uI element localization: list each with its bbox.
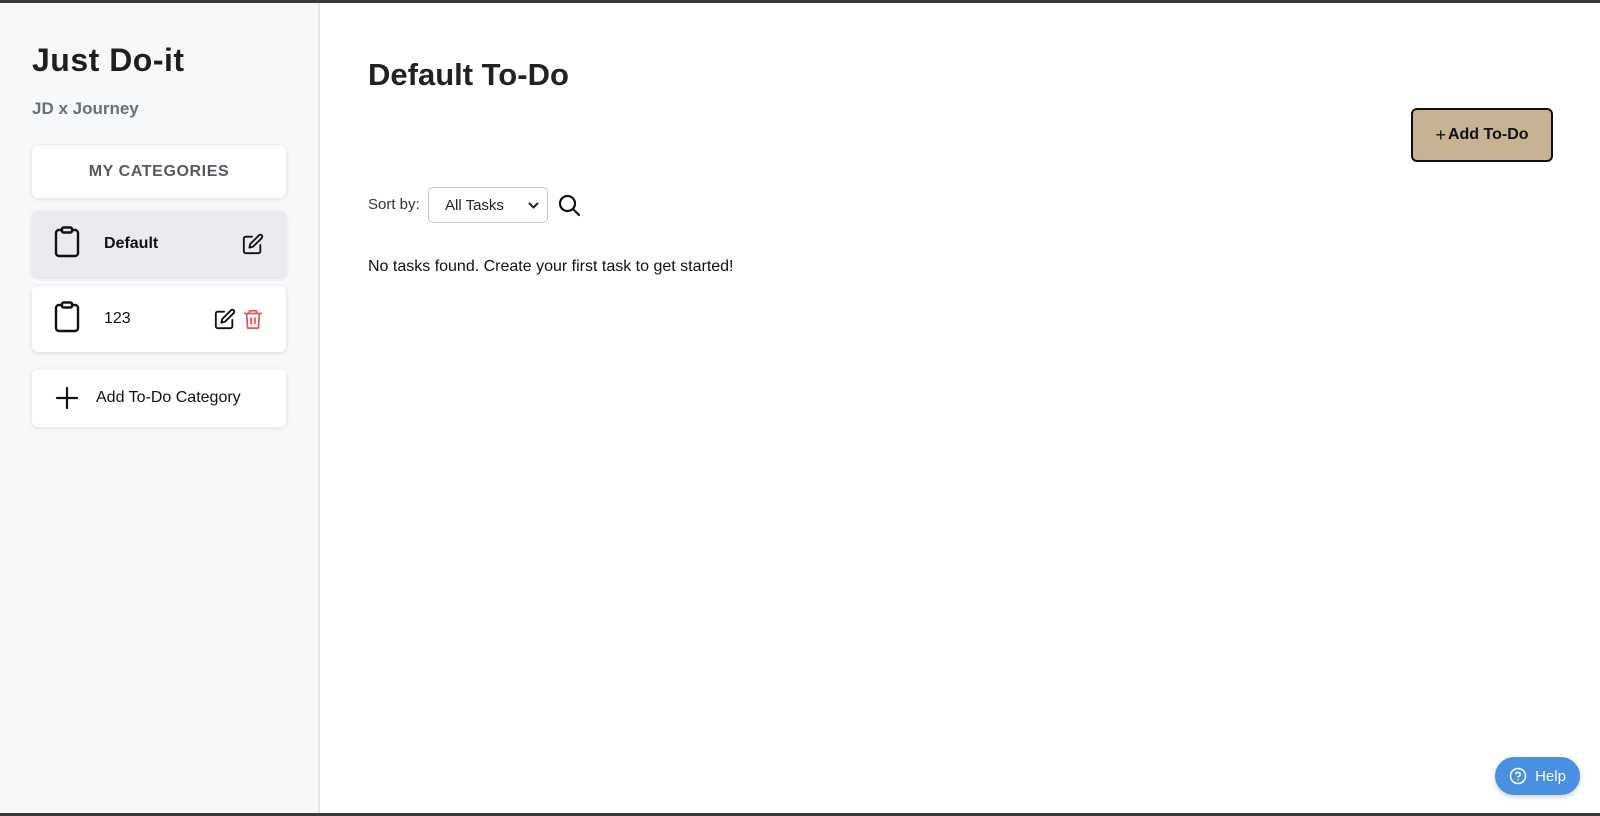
add-category-button[interactable]: Add To-Do Category [32,369,286,427]
add-todo-button[interactable]: + Add To-Do [1411,108,1553,162]
sort-label: Sort by: [368,196,420,213]
add-todo-label: Add To-Do [1447,126,1529,143]
chevron-down-icon [528,202,539,209]
plus-icon: + [1435,124,1446,145]
help-circle-icon [1509,767,1527,785]
add-category-label: Add To-Do Category [96,389,241,406]
sort-selected-value: All Tasks [445,196,504,214]
clipboard-icon [54,226,80,258]
category-label: Default [104,235,159,252]
empty-state-message: No tasks found. Create your first task t… [368,258,734,275]
categories-header: MY CATEGORIES [32,146,286,198]
trash-icon[interactable] [242,308,264,330]
plus-icon [55,386,79,410]
help-button[interactable]: Help [1495,757,1580,795]
edit-icon[interactable] [242,233,264,255]
category-item-default[interactable]: Default [32,211,286,277]
app-subtitle: JD x Journey [32,99,139,118]
sort-select[interactable]: All Tasks [428,187,548,223]
category-label: 123 [104,310,131,327]
sidebar: Just Do-it JD x Journey MY CATEGORIES De… [0,3,320,813]
edit-icon[interactable] [214,308,236,330]
category-item-123[interactable]: 123 [32,286,286,352]
help-label: Help [1535,767,1566,785]
page-title: Default To-Do [368,57,569,92]
search-icon[interactable] [557,193,581,217]
clipboard-icon [54,301,80,333]
app-title: Just Do-it [32,42,185,78]
